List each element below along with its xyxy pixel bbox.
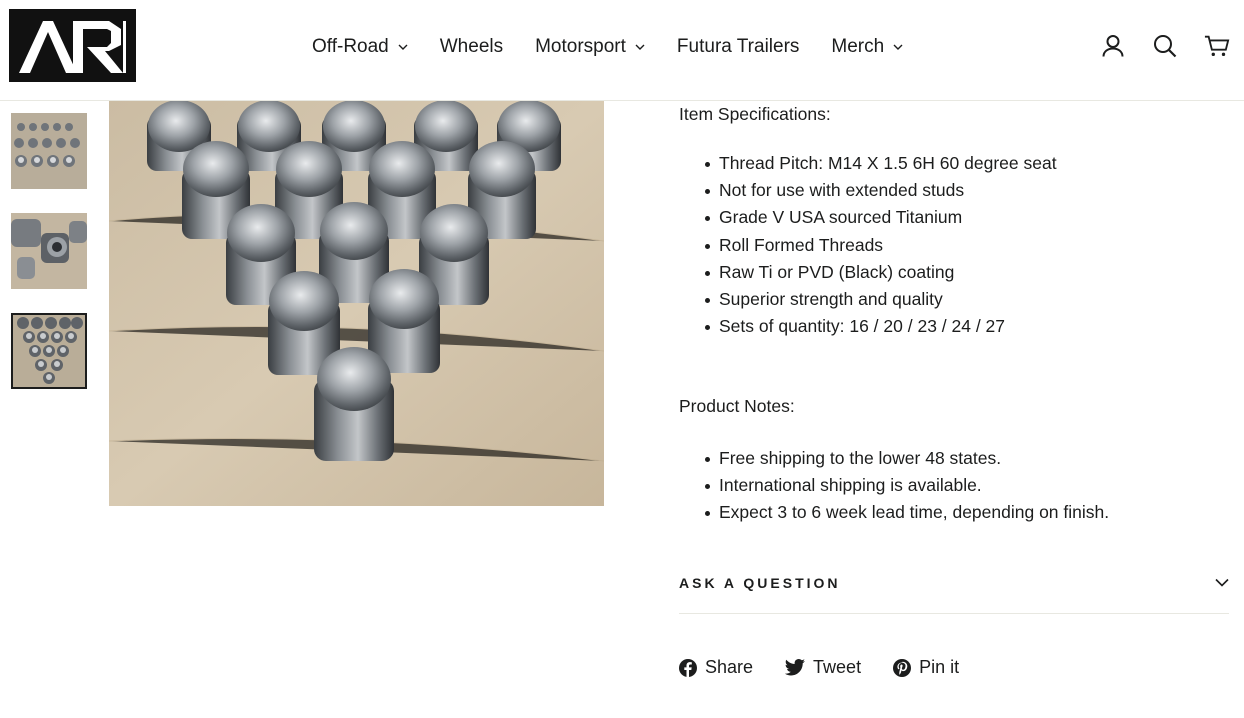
product-thumbnail[interactable] — [11, 113, 87, 189]
list-item: Sets of quantity: 16 / 20 / 23 / 24 / 27 — [705, 313, 1057, 340]
nav-label: Futura Trailers — [676, 36, 800, 57]
share-twitter-button[interactable]: Tweet — [785, 657, 861, 678]
list-item: Not for use with extended studs — [705, 177, 1057, 204]
pinterest-icon — [893, 658, 912, 677]
ask-question-label: ASK A QUESTION — [679, 574, 841, 591]
list-item: Roll Formed Threads — [705, 232, 1057, 259]
nav-label: Motorsport — [535, 36, 626, 57]
nav-item-off-road[interactable]: Off-Road — [296, 36, 424, 58]
cart-icon[interactable] — [1204, 30, 1230, 62]
thumbnail-strip — [11, 113, 87, 413]
chevron-down-icon — [635, 44, 645, 51]
social-share: Share Tweet Pin it — [679, 657, 991, 678]
nav-item-wheels[interactable]: Wheels — [424, 36, 519, 58]
main-nav: Off-Road Wheels Motorsport Futura Traile… — [296, 30, 919, 64]
main-product-image[interactable] — [109, 101, 604, 506]
product-thumbnail-active[interactable] — [11, 313, 87, 389]
list-item: Free shipping to the lower 48 states. — [704, 445, 1109, 472]
nav-label: Wheels — [439, 36, 504, 57]
search-icon[interactable] — [1152, 30, 1178, 62]
share-pinterest-button[interactable]: Pin it — [893, 657, 959, 678]
site-logo[interactable] — [9, 9, 136, 82]
list-item: Thread Pitch: M14 X 1.5 6H 60 degree sea… — [705, 150, 1057, 177]
facebook-icon — [679, 658, 697, 677]
nav-label: Off-Road — [312, 36, 389, 57]
chevron-down-icon — [398, 44, 408, 51]
share-facebook-button[interactable]: Share — [679, 657, 753, 678]
spec-list: Thread Pitch: M14 X 1.5 6H 60 degree sea… — [705, 150, 1057, 340]
lug-nut-rows-image — [11, 113, 87, 189]
list-item: Raw Ti or PVD (Black) coating — [705, 259, 1057, 286]
product-thumbnail[interactable] — [11, 213, 87, 289]
nav-item-merch[interactable]: Merch — [815, 36, 919, 58]
twitter-icon — [785, 659, 806, 676]
share-label: Tweet — [813, 657, 862, 677]
nav-label: Merch — [831, 36, 885, 57]
notes-list: Free shipping to the lower 48 states. In… — [704, 445, 1109, 527]
nav-item-motorsport[interactable]: Motorsport — [519, 36, 661, 58]
nav-item-futura-trailers[interactable]: Futura Trailers — [661, 36, 815, 58]
log-in-icon[interactable] — [1100, 30, 1126, 62]
lug-nut-closeup-image — [11, 213, 87, 289]
ask-question-toggle[interactable]: ASK A QUESTION — [679, 566, 1229, 614]
titanium-lug-nuts-photo — [109, 101, 604, 506]
chevron-down-icon — [1215, 574, 1229, 592]
lug-nut-triangle-image — [13, 315, 85, 387]
list-item: International shipping is available. — [704, 472, 1109, 499]
ar-logo-icon — [18, 20, 126, 73]
site-header: Off-Road Wheels Motorsport Futura Traile… — [0, 0, 1244, 101]
list-item: Grade V USA sourced Titanium — [705, 204, 1057, 231]
share-label: Pin it — [919, 657, 960, 677]
list-item: Expect 3 to 6 week lead time, depending … — [704, 499, 1109, 526]
header-actions — [1100, 30, 1230, 62]
share-label: Share — [705, 657, 754, 677]
spec-heading: Item Specifications: — [679, 104, 831, 124]
list-item: Superior strength and quality — [705, 286, 1057, 313]
chevron-down-icon — [893, 44, 903, 51]
notes-heading: Product Notes: — [679, 396, 795, 416]
